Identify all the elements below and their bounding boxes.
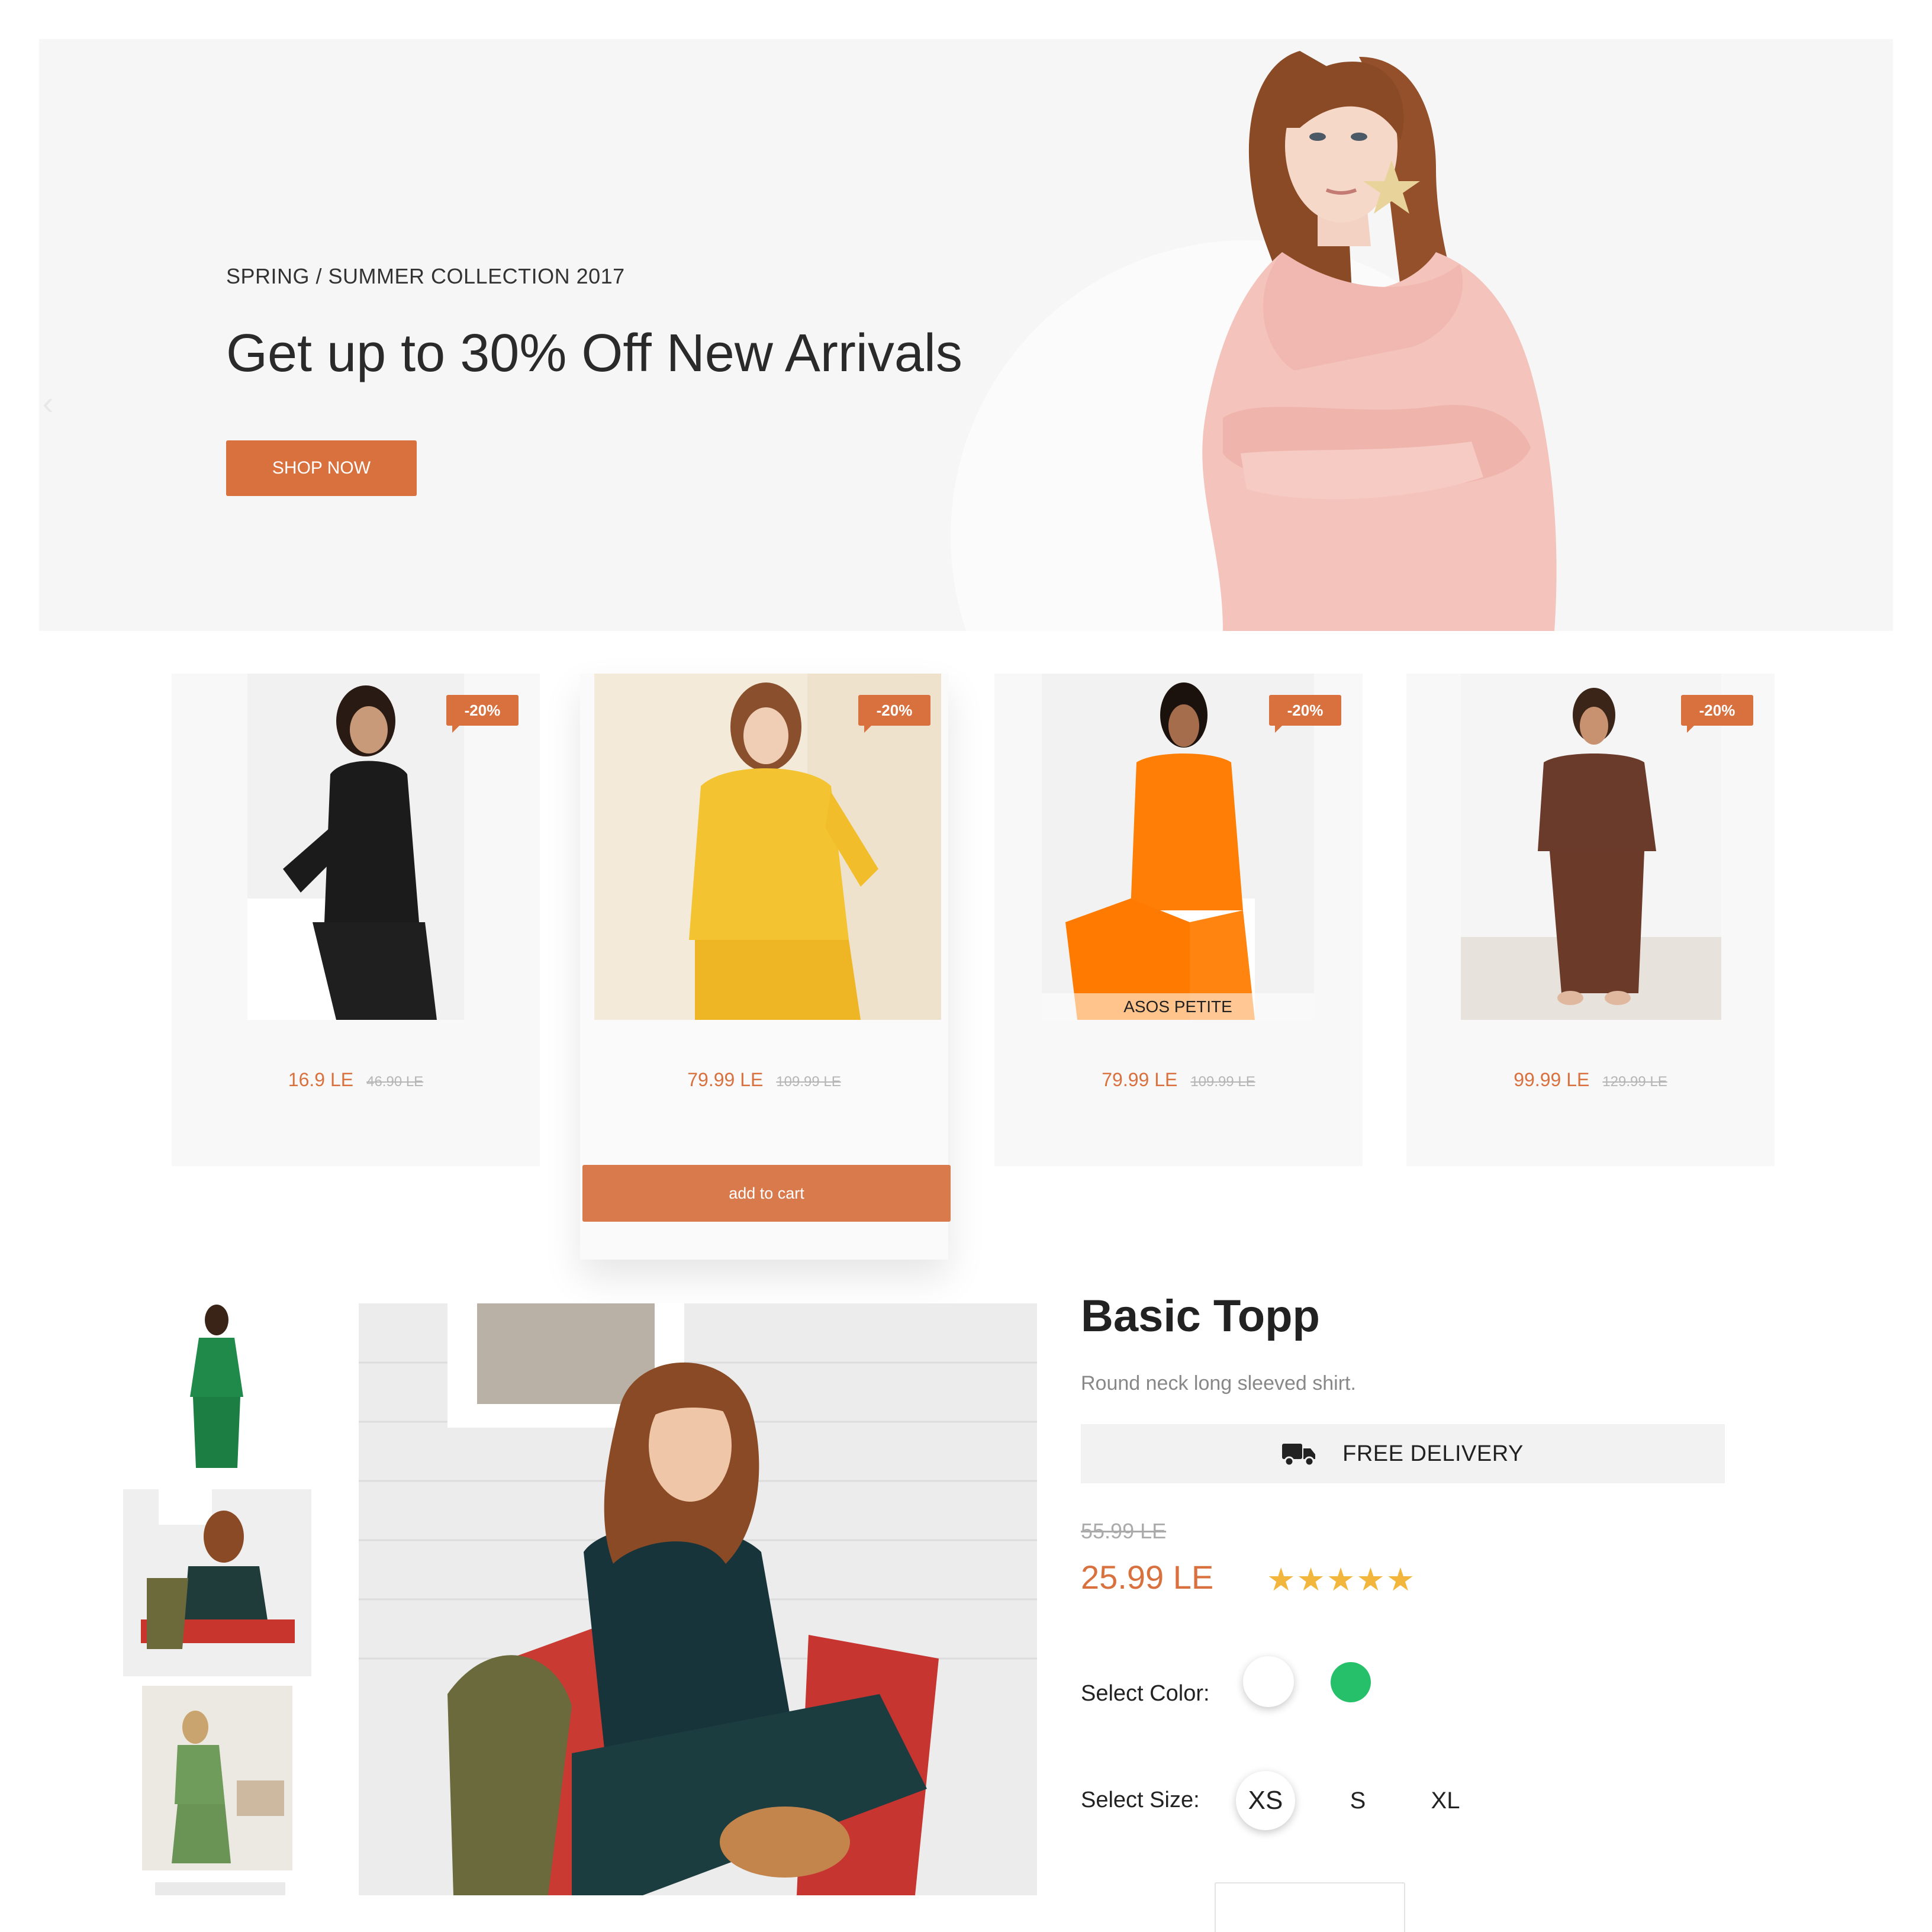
product-card[interactable]: ASOS PETITE -20% 79.99 LE 109.99 LE (994, 674, 1363, 1166)
old-price: 109.99 LE (1190, 1074, 1255, 1090)
hero-banner: ‹ SPRING / SUMMER COLLECTION 2017 Get up… (39, 39, 1893, 631)
color-swatch-green[interactable] (1331, 1662, 1371, 1702)
product-image[interactable] (247, 674, 464, 1020)
product-card[interactable]: -20% 16.9 LE 46.90 LE (172, 674, 540, 1166)
price-row: 79.99 LE 109.99 LE (580, 1069, 948, 1091)
size-option-s[interactable]: S (1328, 1771, 1387, 1830)
color-swatch-white[interactable] (1243, 1656, 1294, 1707)
hero-model-image (1202, 51, 1557, 631)
hero-eyebrow: SPRING / SUMMER COLLECTION 2017 (226, 264, 625, 288)
size-option-xs[interactable]: XS (1236, 1771, 1295, 1830)
star-icon: ★ (1326, 1562, 1355, 1598)
price-row: 99.99 LE 129.99 LE (1406, 1069, 1775, 1091)
image-caption: ASOS PETITE (1123, 997, 1232, 1016)
price-row: 16.9 LE 46.90 LE (172, 1069, 540, 1091)
free-delivery-banner: FREE DELIVERY (1081, 1424, 1725, 1483)
thumbnail-4[interactable] (155, 1882, 285, 1895)
star-icon: ★ (1267, 1562, 1296, 1598)
star-icon: ★ (1386, 1562, 1415, 1598)
size-option-xl[interactable]: XL (1416, 1771, 1475, 1830)
discount-badge: -20% (858, 695, 930, 733)
discount-badge: -20% (446, 695, 519, 733)
star-icon: ★ (1356, 1562, 1385, 1598)
product-card-hovered[interactable]: -20% 79.99 LE 109.99 LE add to cart (580, 674, 951, 1260)
current-price: 25.99 LE (1081, 1559, 1214, 1596)
main-product-image (359, 1303, 1037, 1895)
star-icon: ★ (1296, 1562, 1325, 1598)
hero-title: Get up to 30% Off New Arrivals (226, 324, 962, 383)
product-subtitle: Round neck long sleeved shirt. (1081, 1372, 1356, 1395)
shop-now-button[interactable]: SHOP NOW (226, 440, 417, 496)
hero-prev-arrow-icon[interactable]: ‹ (39, 387, 57, 420)
discount-badge: -20% (1269, 695, 1341, 733)
price-row: 79.99 LE 109.99 LE (994, 1069, 1363, 1091)
rating-stars: ★ ★ ★ ★ ★ (1267, 1564, 1415, 1596)
thumbnail-3[interactable] (142, 1686, 292, 1870)
free-delivery-label: FREE DELIVERY (1342, 1441, 1524, 1466)
thumbnail-1[interactable] (157, 1302, 276, 1480)
old-price: 129.99 LE (1602, 1074, 1667, 1090)
truck-icon (1282, 1444, 1316, 1466)
quantity-stepper[interactable] (1215, 1882, 1405, 1932)
price: 79.99 LE (1102, 1069, 1178, 1090)
select-color-label: Select Color: (1081, 1681, 1210, 1706)
old-price: 109.99 LE (776, 1074, 841, 1090)
price: 99.99 LE (1514, 1069, 1590, 1090)
discount-badge: -20% (1681, 695, 1753, 733)
thumbnail-2[interactable] (123, 1489, 311, 1676)
product-card[interactable]: -20% 99.99 LE 129.99 LE (1406, 674, 1775, 1166)
old-price: 46.90 LE (366, 1074, 424, 1090)
price: 79.99 LE (687, 1069, 764, 1090)
old-price: 55.99 LE (1081, 1519, 1167, 1543)
add-to-cart-button[interactable]: add to cart (582, 1165, 951, 1222)
price: 16.9 LE (288, 1069, 354, 1090)
product-title: Basic Topp (1081, 1291, 1320, 1341)
select-size-label: Select Size: (1081, 1788, 1200, 1812)
